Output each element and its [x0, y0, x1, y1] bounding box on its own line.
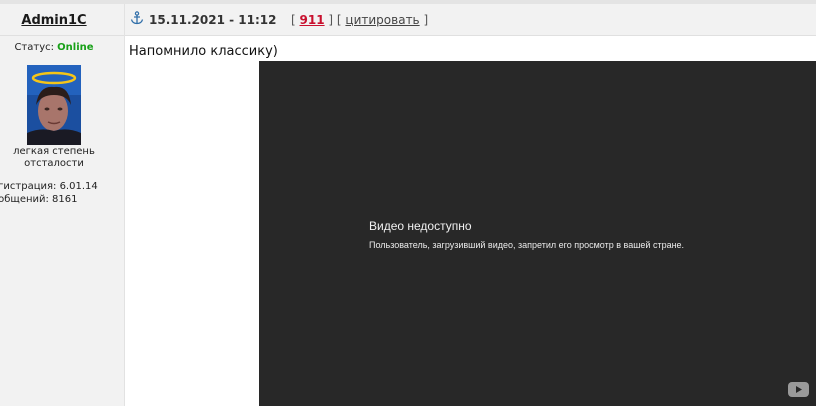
status-label: Статус: — [14, 42, 54, 53]
registration-date: егистрация: 6.01.14 — [0, 181, 98, 192]
post-text: Напомнило классику) — [129, 44, 278, 59]
username-link[interactable]: Admin1C — [0, 13, 108, 28]
video-player[interactable]: Видео недоступно Пользователь, загрузивш… — [259, 61, 816, 406]
post-links: [ 911 ] [ цитировать ] — [291, 13, 428, 27]
quote-link[interactable]: цитировать — [345, 13, 419, 27]
user-stats: егистрация: 6.01.14 ообщений: 8161 — [0, 181, 122, 206]
user-sidebar: Admin1C Статус: Online легкая степень от… — [0, 4, 125, 406]
bracket-open: [ — [291, 13, 296, 27]
bracket-close: ] — [423, 13, 429, 27]
post-date: 15.11.2021 - 11:12 — [149, 13, 277, 27]
video-error-message: Пользователь, загрузивший видео, запрети… — [369, 240, 685, 250]
avatar-halo-image — [27, 65, 81, 145]
bracket-mid: ] [ — [328, 13, 342, 27]
post-number-link[interactable]: 911 — [300, 13, 325, 27]
user-rank: легкая степень отсталости — [13, 146, 95, 169]
post-header: 15.11.2021 - 11:12 [ 911 ] [ цитировать … — [125, 4, 816, 36]
status-value: Online — [57, 42, 94, 53]
youtube-icon[interactable] — [788, 382, 809, 397]
video-error-title: Видео недоступно — [369, 219, 472, 233]
sidebar-header: Admin1C — [0, 4, 124, 36]
anchor-icon[interactable] — [130, 11, 144, 25]
avatar — [27, 65, 81, 145]
user-status: Статус: Online — [0, 42, 108, 53]
post-count: ообщений: 8161 — [0, 193, 78, 205]
